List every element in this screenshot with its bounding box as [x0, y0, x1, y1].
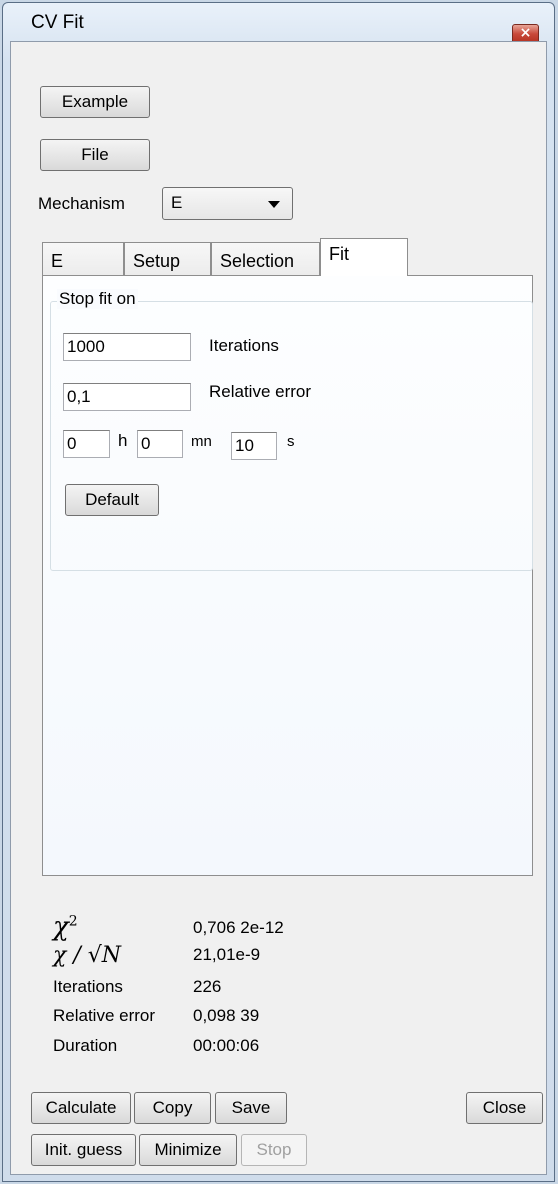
chevron-down-icon: [268, 201, 280, 208]
stop-button[interactable]: Stop: [241, 1134, 307, 1166]
relative-error-input[interactable]: 0,1: [63, 383, 191, 411]
tab-setup[interactable]: Setup: [124, 242, 211, 275]
close-button[interactable]: Close: [466, 1092, 543, 1124]
hours-input[interactable]: 0: [63, 430, 110, 458]
tab-fit[interactable]: Fit: [320, 238, 408, 276]
default-button[interactable]: Default: [65, 484, 159, 516]
result-duration-value: 00:00:06: [193, 1036, 260, 1055]
tab-selection[interactable]: Selection: [211, 242, 320, 275]
chi-sqrt-n-value: 21,01e-9: [193, 945, 261, 964]
hours-unit: h: [118, 431, 128, 450]
example-button[interactable]: Example: [40, 86, 150, 118]
chi-squared-symbol: χ2: [53, 912, 78, 942]
iterations-label: Iterations: [209, 336, 279, 355]
save-button[interactable]: Save: [215, 1092, 287, 1124]
stop-fit-title: Stop fit on: [57, 289, 138, 309]
file-button[interactable]: File: [40, 139, 150, 171]
window-title: CV Fit: [31, 12, 84, 33]
copy-button[interactable]: Copy: [134, 1092, 211, 1124]
seconds-unit: s: [287, 433, 295, 450]
result-duration-label: Duration: [53, 1036, 118, 1055]
minutes-unit: mn: [191, 433, 212, 450]
mechanism-value: E: [171, 193, 183, 212]
client-area: Example File Mechanism E E Setup Selecti…: [10, 41, 547, 1175]
chi-sqrt-n-symbol: χ / √N: [53, 943, 121, 968]
title-bar[interactable]: CV Fit ×: [3, 3, 554, 44]
result-iterations-value: 226: [193, 977, 222, 996]
init-guess-button[interactable]: Init. guess: [31, 1134, 136, 1166]
tab-e[interactable]: E: [42, 242, 124, 275]
result-relative-error-label: Relative error: [53, 1006, 156, 1025]
stop-fit-group: Stop fit on 1000 Iterations 0,1 Relative…: [50, 289, 533, 571]
minutes-input[interactable]: 0: [137, 430, 183, 458]
calculate-button[interactable]: Calculate: [31, 1092, 131, 1124]
minimize-button[interactable]: Minimize: [139, 1134, 237, 1166]
mechanism-select[interactable]: E: [162, 187, 293, 220]
fit-tab-panel: Stop fit on 1000 Iterations 0,1 Relative…: [42, 275, 533, 876]
chi-squared-value: 0,706 2e-12: [193, 918, 284, 937]
seconds-input[interactable]: 10: [231, 432, 277, 460]
cv-fit-window: CV Fit × Example File Mechanism E E Setu…: [2, 2, 555, 1182]
result-iterations-label: Iterations: [53, 977, 123, 996]
iterations-input[interactable]: 1000: [63, 333, 191, 361]
mechanism-label: Mechanism: [38, 194, 125, 213]
relative-error-label: Relative error: [209, 382, 312, 401]
result-relative-error-value: 0,098 39: [193, 1006, 260, 1025]
